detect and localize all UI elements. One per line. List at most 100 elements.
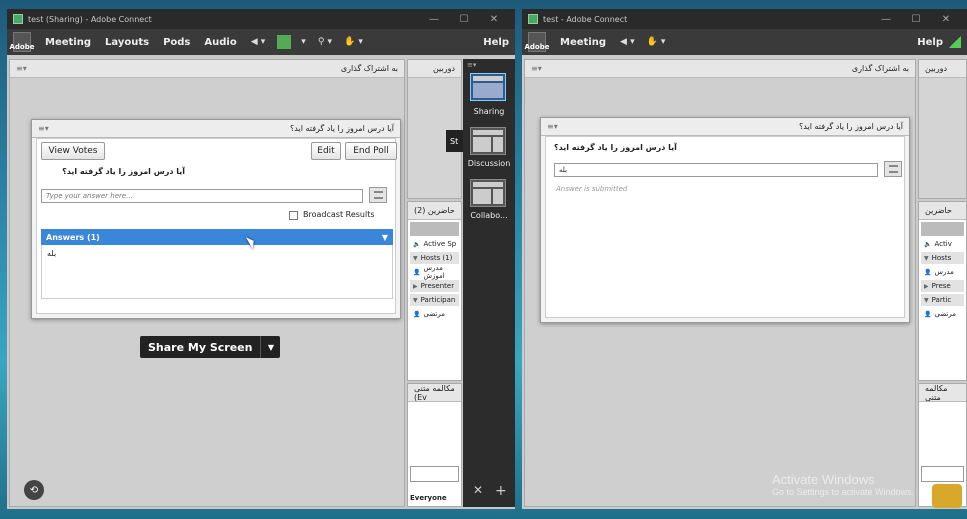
participant-attendee[interactable]: 👤 مرتضی	[921, 308, 964, 320]
share-pod-header: ≡▾ به اشتراک گذاری	[10, 60, 404, 78]
maximize-icon[interactable]: ☐	[901, 14, 931, 25]
poll-pod: ≡▾ آیا درس امروز را یاد گرفته اید؟ آیا د…	[540, 117, 910, 323]
hosts-row[interactable]: ▼ Hosts (1)	[410, 252, 459, 264]
camera-dropdown-icon[interactable]: ▾	[301, 37, 306, 47]
presenters-row[interactable]: ▶ Presenter	[410, 280, 459, 292]
end-poll-button[interactable]: End Poll	[345, 142, 397, 160]
adobe-logo-icon: Adobe	[10, 32, 35, 52]
add-layout-icon[interactable]: +	[495, 483, 507, 499]
answer-submitted-text: Answer is submitted	[556, 185, 628, 193]
app-icon	[528, 14, 538, 24]
expand-icon: ▼	[924, 254, 929, 262]
speaker-icon[interactable]: ◀ ▾	[620, 37, 635, 47]
right-menubar: Adobe Meeting ◀ ▾ ✋ ▾ Help	[522, 29, 967, 55]
collapse-icon[interactable]: ▼	[382, 233, 388, 242]
hosts-label: Hosts	[931, 254, 952, 262]
pod-menu-icon[interactable]: ≡▾	[16, 64, 27, 73]
participants-row[interactable]: ▼ Partic	[921, 294, 964, 306]
share-icon[interactable]: ⟲	[24, 480, 44, 500]
expand-icon: ▼	[924, 296, 929, 304]
menu-meeting[interactable]: Meeting	[560, 37, 606, 48]
attendees-title: حاضرين	[925, 206, 952, 215]
layout-collaboration-label[interactable]: Collabo...	[463, 211, 515, 220]
chat-title: مکالمه متنی (Ev	[414, 383, 455, 402]
edit-button[interactable]: Edit	[311, 142, 341, 160]
presenters-row[interactable]: ▶ Prese	[921, 280, 964, 292]
left-titlebar: test (Sharing) - Adobe Connect — ☐ ✕	[7, 9, 515, 29]
video-pod-title: دوربين	[925, 64, 948, 73]
participants-row[interactable]: ▼ Participan	[410, 294, 459, 306]
broadcast-checkbox[interactable]	[289, 211, 298, 220]
layouts-panel-menu-icon[interactable]: ≡▾	[467, 61, 476, 69]
speaker-icon[interactable]: ◀ ▾	[251, 37, 266, 47]
speaker-icon: 🔈	[413, 240, 421, 248]
share-pod-title: به اشتراک گذاری	[851, 64, 909, 73]
layout-discussion-label[interactable]: Discussion	[463, 159, 515, 168]
close-icon[interactable]: ✕	[479, 14, 509, 25]
share-pod-header: ≡▾ به اشتراک گذاری	[525, 60, 915, 78]
participants-label: Partic	[931, 296, 952, 304]
menu-meeting[interactable]: Meeting	[45, 37, 91, 48]
participant-attendee[interactable]: 👤 مرتضی	[410, 308, 459, 320]
video-pod: دوربين St	[407, 59, 466, 199]
poll-title: آیا درس امروز را یاد گرفته اید؟	[290, 124, 394, 133]
chat-pod: مکالمه متنی (Ev Everyone	[407, 383, 462, 507]
share-my-screen-label: Share My Screen	[148, 340, 253, 354]
active-speakers-row[interactable]: 🔈 Activ	[921, 238, 964, 250]
microphone-icon[interactable]	[277, 35, 292, 49]
poll-menu-icon[interactable]: ≡▾	[547, 122, 558, 131]
layout-discussion-icon[interactable]	[470, 127, 506, 155]
menu-layouts[interactable]: Layouts	[105, 37, 149, 48]
pod-menu-icon[interactable]: ≡▾	[531, 64, 542, 73]
send-icon	[373, 191, 383, 199]
chevron-down-icon[interactable]: ▼	[260, 336, 280, 358]
view-votes-button[interactable]: View Votes	[41, 142, 105, 160]
answer-item: بله	[47, 249, 57, 258]
layout-sharing-icon[interactable]	[470, 73, 506, 101]
chat-input[interactable]	[410, 466, 459, 482]
menu-audio[interactable]: Audio	[204, 37, 236, 48]
answer-input[interactable]: Type your answer here...	[41, 189, 363, 203]
answer-input[interactable]: بله	[554, 163, 878, 177]
active-speakers-label: Activ	[934, 240, 952, 248]
host-avatar-icon: 👤	[413, 268, 421, 276]
minimize-icon[interactable]: —	[871, 14, 901, 25]
participant-avatar-icon: 👤	[924, 310, 932, 318]
menu-help[interactable]: Help	[917, 37, 943, 48]
layout-collaboration-icon[interactable]	[470, 179, 506, 207]
active-speakers-label: Active Sp	[423, 240, 457, 248]
layout-sharing-label[interactable]: Sharing	[463, 107, 515, 116]
chat-title: مکالمه متنی	[925, 383, 948, 402]
attendee-status-icon[interactable]: ⚲ ▾	[318, 37, 332, 47]
chat-input[interactable]	[921, 466, 964, 482]
host-attendee[interactable]: 👤 مدرس اموزش	[410, 264, 459, 280]
attendees-pod: حاضرين (2) 🔈 Active Sp ▼ Hosts (1) 👤 مدرس ا…	[407, 201, 462, 381]
hosts-row[interactable]: ▼ Hosts	[921, 252, 964, 264]
answers-header[interactable]: Answers (1) ▼	[41, 229, 393, 245]
poll-question: آیا درس امروز را یاد گرفته اید؟	[554, 143, 677, 152]
share-my-screen-button[interactable]: Share My Screen ▼	[140, 336, 281, 358]
poll-pod-header: ≡▾ آیا درس امروز را یاد گرفته اید؟	[32, 120, 400, 138]
active-speakers-row[interactable]: 🔈 Active Sp	[410, 238, 459, 250]
minimize-icon[interactable]: —	[419, 14, 449, 25]
close-icon[interactable]: ✕	[931, 14, 961, 25]
participant-name: مرتضی	[934, 310, 956, 318]
watermark-line-1: Activate Windows	[772, 472, 875, 487]
raise-hand-icon[interactable]: ✋ ▾	[647, 37, 666, 47]
attendee-toolbar	[921, 222, 964, 236]
send-answer-button[interactable]	[369, 187, 387, 203]
delete-layout-icon[interactable]: ✕	[473, 483, 483, 497]
host-attendee[interactable]: 👤 مدرس	[921, 266, 964, 278]
right-adobe-connect-window: test - Adobe Connect — ☐ ✕ Adobe Meeting…	[522, 9, 967, 509]
menu-help[interactable]: Help	[483, 37, 509, 48]
participant-avatar-icon: 👤	[413, 310, 421, 318]
broadcast-label: Broadcast Results	[303, 210, 375, 219]
poll-menu-icon[interactable]: ≡▾	[38, 124, 49, 133]
send-answer-button[interactable]	[884, 161, 902, 177]
chat-recipient-selector[interactable]: Everyone	[410, 494, 447, 502]
speaker-icon: 🔈	[924, 240, 932, 248]
raise-hand-icon[interactable]: ✋ ▾	[344, 37, 363, 47]
maximize-icon[interactable]: ☐	[449, 14, 479, 25]
hosts-label: Hosts (1)	[420, 254, 453, 262]
menu-pods[interactable]: Pods	[163, 37, 190, 48]
